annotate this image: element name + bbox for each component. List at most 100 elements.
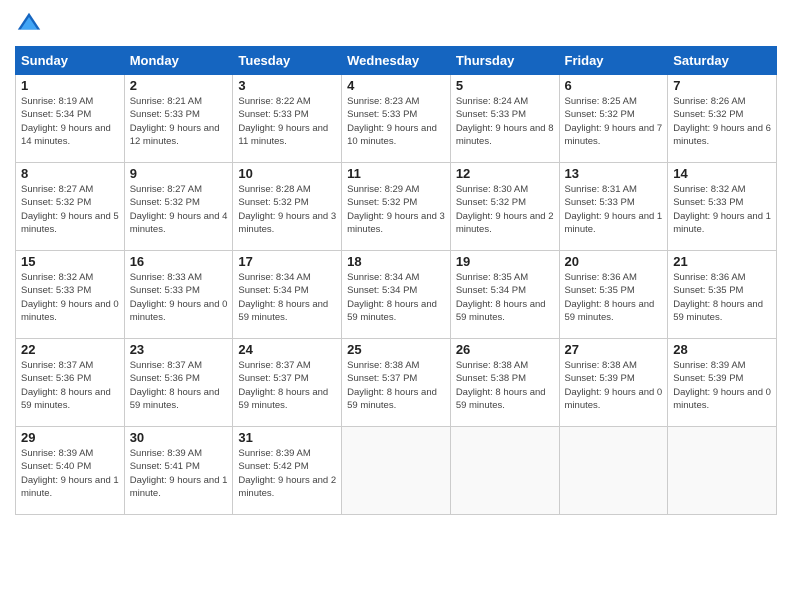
day-number: 6 — [565, 78, 663, 93]
day-number: 22 — [21, 342, 119, 357]
calendar-cell: 18Sunrise: 8:34 AMSunset: 5:34 PMDayligh… — [342, 251, 451, 339]
day-info: Sunrise: 8:37 AMSunset: 5:37 PMDaylight:… — [238, 359, 336, 412]
day-info: Sunrise: 8:27 AMSunset: 5:32 PMDaylight:… — [130, 183, 228, 236]
calendar-week-row: 29Sunrise: 8:39 AMSunset: 5:40 PMDayligh… — [16, 427, 777, 515]
day-number: 13 — [565, 166, 663, 181]
day-number: 8 — [21, 166, 119, 181]
weekday-header: Wednesday — [342, 47, 451, 75]
day-number: 21 — [673, 254, 771, 269]
day-info: Sunrise: 8:38 AMSunset: 5:37 PMDaylight:… — [347, 359, 445, 412]
page: SundayMondayTuesdayWednesdayThursdayFrid… — [0, 0, 792, 612]
day-number: 5 — [456, 78, 554, 93]
calendar-cell: 3 Sunrise: 8:22 AMSunset: 5:33 PMDaylight… — [233, 75, 342, 163]
day-info: Sunrise: 8:38 AMSunset: 5:39 PMDaylight:… — [565, 359, 663, 412]
day-number: 24 — [238, 342, 336, 357]
calendar-cell: 7 Sunrise: 8:26 AMSunset: 5:32 PMDaylight… — [668, 75, 777, 163]
day-number: 7 — [673, 78, 771, 93]
calendar-cell: 31 Sunrise: 8:39 AMSunset: 5:42 PMDayligh… — [233, 427, 342, 515]
day-number: 30 — [130, 430, 228, 445]
day-info: Sunrise: 8:28 AMSunset: 5:32 PMDaylight:… — [238, 183, 336, 236]
day-info: Sunrise: 8:33 AMSunset: 5:33 PMDaylight:… — [130, 271, 228, 324]
calendar-cell: 21 Sunrise: 8:36 AMSunset: 5:35 PMDayligh… — [668, 251, 777, 339]
day-number: 18 — [347, 254, 445, 269]
day-info: Sunrise: 8:24 AMSunset: 5:33 PMDaylight:… — [456, 95, 554, 148]
day-number: 4 — [347, 78, 445, 93]
calendar-cell — [342, 427, 451, 515]
day-info: Sunrise: 8:26 AMSunset: 5:32 PMDaylight:… — [673, 95, 771, 148]
calendar-cell: 9 Sunrise: 8:27 AMSunset: 5:32 PMDaylight… — [124, 163, 233, 251]
day-info: Sunrise: 8:34 AMSunset: 5:34 PMDaylight:… — [238, 271, 336, 324]
calendar-cell — [559, 427, 668, 515]
day-info: Sunrise: 8:30 AMSunset: 5:32 PMDaylight:… — [456, 183, 554, 236]
weekday-header: Monday — [124, 47, 233, 75]
day-number: 23 — [130, 342, 228, 357]
day-info: Sunrise: 8:22 AMSunset: 5:33 PMDaylight:… — [238, 95, 336, 148]
calendar-cell: 26Sunrise: 8:38 AMSunset: 5:38 PMDayligh… — [450, 339, 559, 427]
day-number: 2 — [130, 78, 228, 93]
calendar-cell: 25Sunrise: 8:38 AMSunset: 5:37 PMDayligh… — [342, 339, 451, 427]
day-number: 20 — [565, 254, 663, 269]
weekday-header: Tuesday — [233, 47, 342, 75]
day-number: 14 — [673, 166, 771, 181]
calendar-cell: 30Sunrise: 8:39 AMSunset: 5:41 PMDayligh… — [124, 427, 233, 515]
day-info: Sunrise: 8:36 AMSunset: 5:35 PMDaylight:… — [565, 271, 663, 324]
day-number: 28 — [673, 342, 771, 357]
logo-icon — [15, 10, 43, 38]
day-info: Sunrise: 8:21 AMSunset: 5:33 PMDaylight:… — [130, 95, 228, 148]
calendar-cell: 2 Sunrise: 8:21 AMSunset: 5:33 PMDaylight… — [124, 75, 233, 163]
calendar-cell: 28 Sunrise: 8:39 AMSunset: 5:39 PMDayligh… — [668, 339, 777, 427]
calendar-cell: 12Sunrise: 8:30 AMSunset: 5:32 PMDayligh… — [450, 163, 559, 251]
logo — [15, 10, 47, 38]
day-info: Sunrise: 8:19 AMSunset: 5:34 PMDaylight:… — [21, 95, 119, 148]
day-number: 15 — [21, 254, 119, 269]
day-info: Sunrise: 8:39 AMSunset: 5:39 PMDaylight:… — [673, 359, 771, 412]
weekday-header: Saturday — [668, 47, 777, 75]
day-info: Sunrise: 8:32 AMSunset: 5:33 PMDaylight:… — [21, 271, 119, 324]
weekday-header: Sunday — [16, 47, 125, 75]
calendar-cell: 10 Sunrise: 8:28 AMSunset: 5:32 PMDayligh… — [233, 163, 342, 251]
calendar-week-row: 15 Sunrise: 8:32 AMSunset: 5:33 PMDayligh… — [16, 251, 777, 339]
calendar-table: SundayMondayTuesdayWednesdayThursdayFrid… — [15, 46, 777, 515]
calendar-cell — [668, 427, 777, 515]
calendar-cell: 6 Sunrise: 8:25 AMSunset: 5:32 PMDaylight… — [559, 75, 668, 163]
day-number: 19 — [456, 254, 554, 269]
day-number: 17 — [238, 254, 336, 269]
day-info: Sunrise: 8:38 AMSunset: 5:38 PMDaylight:… — [456, 359, 554, 412]
day-info: Sunrise: 8:25 AMSunset: 5:32 PMDaylight:… — [565, 95, 663, 148]
day-info: Sunrise: 8:35 AMSunset: 5:34 PMDaylight:… — [456, 271, 554, 324]
calendar-cell — [450, 427, 559, 515]
calendar-week-row: 22 Sunrise: 8:37 AMSunset: 5:36 PMDayligh… — [16, 339, 777, 427]
calendar-cell: 16 Sunrise: 8:33 AMSunset: 5:33 PMDayligh… — [124, 251, 233, 339]
calendar-cell: 13 Sunrise: 8:31 AMSunset: 5:33 PMDayligh… — [559, 163, 668, 251]
day-number: 29 — [21, 430, 119, 445]
day-number: 27 — [565, 342, 663, 357]
day-number: 10 — [238, 166, 336, 181]
calendar-cell: 17 Sunrise: 8:34 AMSunset: 5:34 PMDayligh… — [233, 251, 342, 339]
day-number: 3 — [238, 78, 336, 93]
day-number: 31 — [238, 430, 336, 445]
day-info: Sunrise: 8:29 AMSunset: 5:32 PMDaylight:… — [347, 183, 445, 236]
calendar-cell: 29Sunrise: 8:39 AMSunset: 5:40 PMDayligh… — [16, 427, 125, 515]
day-number: 9 — [130, 166, 228, 181]
calendar-cell: 11 Sunrise: 8:29 AMSunset: 5:32 PMDayligh… — [342, 163, 451, 251]
calendar-cell: 15 Sunrise: 8:32 AMSunset: 5:33 PMDayligh… — [16, 251, 125, 339]
calendar-cell: 27 Sunrise: 8:38 AMSunset: 5:39 PMDayligh… — [559, 339, 668, 427]
day-info: Sunrise: 8:37 AMSunset: 5:36 PMDaylight:… — [21, 359, 119, 412]
calendar-week-row: 1 Sunrise: 8:19 AMSunset: 5:34 PMDaylight… — [16, 75, 777, 163]
calendar-week-row: 8 Sunrise: 8:27 AMSunset: 5:32 PMDaylight… — [16, 163, 777, 251]
calendar-cell: 22 Sunrise: 8:37 AMSunset: 5:36 PMDayligh… — [16, 339, 125, 427]
day-info: Sunrise: 8:36 AMSunset: 5:35 PMDaylight:… — [673, 271, 771, 324]
calendar-cell: 5 Sunrise: 8:24 AMSunset: 5:33 PMDaylight… — [450, 75, 559, 163]
day-info: Sunrise: 8:27 AMSunset: 5:32 PMDaylight:… — [21, 183, 119, 236]
calendar-cell: 20 Sunrise: 8:36 AMSunset: 5:35 PMDayligh… — [559, 251, 668, 339]
day-number: 11 — [347, 166, 445, 181]
calendar-cell: 24 Sunrise: 8:37 AMSunset: 5:37 PMDayligh… — [233, 339, 342, 427]
calendar-cell: 1 Sunrise: 8:19 AMSunset: 5:34 PMDaylight… — [16, 75, 125, 163]
day-number: 16 — [130, 254, 228, 269]
day-info: Sunrise: 8:31 AMSunset: 5:33 PMDaylight:… — [565, 183, 663, 236]
day-info: Sunrise: 8:37 AMSunset: 5:36 PMDaylight:… — [130, 359, 228, 412]
calendar-cell: 23 Sunrise: 8:37 AMSunset: 5:36 PMDayligh… — [124, 339, 233, 427]
calendar-header-row: SundayMondayTuesdayWednesdayThursdayFrid… — [16, 47, 777, 75]
day-number: 1 — [21, 78, 119, 93]
day-info: Sunrise: 8:39 AMSunset: 5:42 PMDaylight:… — [238, 447, 336, 500]
